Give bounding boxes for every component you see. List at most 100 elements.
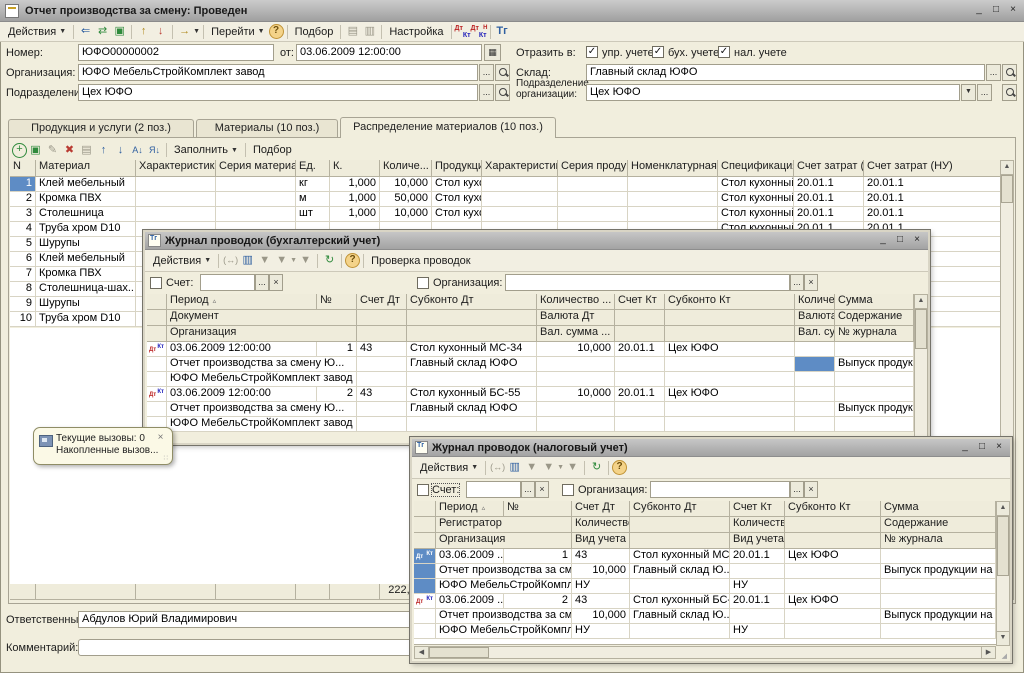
close-icon[interactable]: × <box>992 441 1006 454</box>
cell[interactable] <box>216 177 296 192</box>
cell[interactable] <box>357 357 407 372</box>
posting-row[interactable]: Отчет производства за см... 10,000 Главн… <box>414 564 996 579</box>
ellipsis-button[interactable]: ... <box>479 84 494 101</box>
minimize-icon[interactable]: _ <box>876 234 890 247</box>
cell[interactable] <box>665 372 795 387</box>
cell[interactable] <box>558 177 628 192</box>
cell[interactable] <box>558 192 628 207</box>
column-header[interactable]: Субконто Дт <box>407 294 537 310</box>
column-header[interactable]: Серия продукции <box>558 160 628 177</box>
cell[interactable]: 1 <box>10 177 36 192</box>
cell[interactable] <box>795 372 835 387</box>
account-filter-checkbox[interactable] <box>417 484 429 496</box>
scroll-up-icon[interactable]: ▲ <box>997 502 1009 516</box>
sort-asc-icon[interactable]: А↓ <box>129 143 146 158</box>
cell[interactable]: Стол кухонн... <box>432 192 482 207</box>
cell[interactable]: Столешница-шах... <box>36 282 136 297</box>
column-header[interactable]: № журнала <box>881 533 996 549</box>
cell[interactable]: Выпуск продукци... <box>835 402 914 417</box>
cell[interactable]: 43 <box>357 387 407 402</box>
cell[interactable]: 03.06.2009 ... <box>436 594 504 609</box>
cell[interactable]: 8 <box>10 282 36 297</box>
maximize-icon[interactable]: □ <box>975 441 989 454</box>
cell[interactable]: Труба хром D10 <box>36 222 136 237</box>
cell[interactable] <box>136 192 216 207</box>
cell[interactable]: 2 <box>10 192 36 207</box>
cell[interactable]: 20.01.1 <box>794 192 864 207</box>
column-header[interactable]: Счет Дт <box>572 501 630 517</box>
ellipsis-button[interactable]: ... <box>479 64 494 81</box>
column-header[interactable]: Сумма <box>835 294 914 310</box>
cell[interactable]: кг <box>296 177 330 192</box>
search-icon[interactable] <box>1002 64 1017 81</box>
cell[interactable] <box>615 402 665 417</box>
cell[interactable] <box>785 564 881 579</box>
cell[interactable]: ЮФО МебельСтройКомпл... <box>436 624 572 639</box>
add-row-icon[interactable]: + <box>12 143 27 158</box>
column-header[interactable]: Вид учета Кт <box>730 533 785 549</box>
actions-button[interactable]: Действия▼ <box>149 253 215 269</box>
cell[interactable]: Стол кухонн... <box>432 207 482 222</box>
clear-icon[interactable]: × <box>804 481 818 498</box>
column-header[interactable]: Сумма <box>881 501 996 517</box>
post-icon[interactable]: ↑ <box>135 24 152 39</box>
select-icon[interactable]: ▥ <box>506 460 523 475</box>
set-period-icon[interactable]: (↔) <box>222 253 239 268</box>
cell[interactable] <box>630 624 730 639</box>
set-period-icon[interactable]: (↔) <box>489 460 506 475</box>
cell[interactable]: Выпуск продукции на с... <box>881 609 996 624</box>
ellipsis-button[interactable]: ... <box>977 84 992 101</box>
cell[interactable]: Клей мебельный <box>36 177 136 192</box>
cell[interactable]: 3 <box>10 207 36 222</box>
cell[interactable]: Цех ЮФО <box>785 594 881 609</box>
edit-row-icon[interactable]: ✎ <box>44 143 61 158</box>
help-icon[interactable]: ? <box>269 24 284 39</box>
cell[interactable]: 20.01.1 <box>730 594 785 609</box>
help-icon[interactable]: ? <box>345 253 360 268</box>
cell[interactable]: 20.01.1 <box>864 207 1004 222</box>
column-header[interactable]: Счет затрат (БУ) <box>794 160 864 177</box>
cell[interactable]: Стол кухонный МС-34 <box>407 342 537 357</box>
cell[interactable] <box>628 207 718 222</box>
cell[interactable] <box>558 207 628 222</box>
search-icon[interactable] <box>1002 84 1017 101</box>
cell[interactable]: м <box>296 192 330 207</box>
cell[interactable]: Цех ЮФО <box>785 549 881 564</box>
account-filter-checkbox[interactable] <box>150 277 162 289</box>
cell[interactable] <box>216 192 296 207</box>
number-field[interactable]: ЮФО00000002 <box>78 44 274 61</box>
posting-row[interactable]: Отчет производства за см... 10,000 Главн… <box>414 609 996 624</box>
cell[interactable] <box>630 579 730 594</box>
cell[interactable] <box>482 192 558 207</box>
tab-material-distribution[interactable]: Распределение материалов (10 поз.) <box>340 117 556 138</box>
column-header[interactable]: № <box>317 294 357 310</box>
posting-row[interactable]: ЮФО МебельСтройКомпл... НУ НУ <box>414 624 996 639</box>
cell[interactable]: Шурупы <box>36 297 136 312</box>
cell[interactable]: Отчет производства за см... <box>436 609 572 624</box>
posting-row[interactable]: ДтКт 03.06.2009 12:00:00 1 43 Стол кухон… <box>147 342 914 357</box>
account-filter-field[interactable] <box>200 274 255 291</box>
posting-row[interactable]: ЮФО МебельСтройКомплект завод <box>147 417 914 432</box>
cell[interactable]: 1 <box>504 549 572 564</box>
cell[interactable]: Выпуск продукции на с... <box>881 564 996 579</box>
cell[interactable]: Клей мебельный <box>36 252 136 267</box>
cell[interactable]: Кромка ПВХ <box>36 267 136 282</box>
column-header[interactable]: Ед. <box>296 160 330 177</box>
column-header[interactable]: № <box>504 501 572 517</box>
cell[interactable]: Шурупы <box>36 237 136 252</box>
close-icon[interactable]: × <box>1006 4 1020 17</box>
clear-filter-icon[interactable]: ▼ <box>297 253 314 268</box>
column-header[interactable]: Документ <box>167 310 357 326</box>
posting-row[interactable]: Отчет производства за смену Ю... Главный… <box>147 402 914 417</box>
tax-accounting-checkbox[interactable]: ✓ <box>718 46 730 58</box>
posting-row[interactable]: ДтКт 03.06.2009 12:00:00 2 43 Стол кухон… <box>147 387 914 402</box>
reread-icon[interactable]: ⇄ <box>94 24 111 39</box>
settings-button[interactable]: Настройка <box>385 24 447 40</box>
scroll-down-icon[interactable]: ▼ <box>997 631 1009 645</box>
cell[interactable]: 43 <box>572 549 630 564</box>
scroll-right-icon[interactable]: ▶ <box>981 647 995 658</box>
cell[interactable]: Главный склад Ю... <box>630 609 730 624</box>
cell[interactable] <box>835 387 914 402</box>
cell[interactable] <box>537 417 615 432</box>
scroll-thumb[interactable] <box>997 516 1009 576</box>
